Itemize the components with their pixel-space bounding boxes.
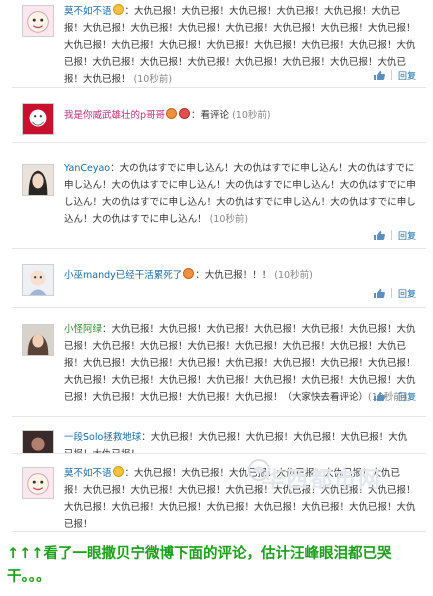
comment-username[interactable]: 一段Solo拯救地球 (64, 432, 141, 443)
vip-badge-icon (166, 108, 178, 119)
caption-text: ↑↑↑看了一眼撒贝宁微博下面的评论，估计汪峰眼泪都已哭干。。。 (7, 546, 392, 585)
comment-body: 小巫mandy已经干活累死了 ：大仇已报！！！ (10秒前) (64, 267, 416, 284)
avatar[interactable] (22, 264, 54, 296)
reply-link[interactable]: 回复 (398, 287, 416, 300)
comment-time: (10秒前) (232, 110, 271, 121)
reply-link[interactable]: 回复 (398, 390, 416, 403)
comment-username[interactable]: 莫不如不语 (64, 6, 112, 17)
comment-body: YanCeyao：大の仇はすでに申し込ん！大の仇はすでに申し込ん！大の仇はすでに… (64, 160, 416, 228)
thumbs-up-icon[interactable] (373, 230, 385, 241)
comment-body: 莫不如不语 ：大仇已报！大仇已报！大仇已报！大仇已报！大仇已报！大仇已报！大仇已报… (64, 3, 416, 88)
thumbs-up-icon[interactable] (373, 70, 385, 81)
comment-item: 我是你威武雄壮的p哥哥 ：看评论 (10秒前) (12, 95, 426, 143)
emoji-smile-icon (112, 4, 124, 15)
comment-body: 一段Solo拯救地球：大仇已报！大仇已报！大仇已报！大仇已报！大仇已报！大仇已报… (64, 429, 416, 453)
comment-item: 一段Solo拯救地球：大仇已报！大仇已报！大仇已报！大仇已报！大仇已报！大仇已报… (12, 424, 426, 454)
vip-star-icon (183, 268, 195, 279)
reply-link[interactable]: 回复 (398, 69, 416, 82)
cartoon-face-avatar-icon (23, 468, 53, 498)
screenshot-page: 莫不如不语 ：大仇已报！大仇已报！大仇已报！大仇已报！大仇已报！大仇已报！大仇已报… (0, 0, 433, 596)
portrait-avatar-icon (23, 325, 53, 355)
comment-actions: 回复 (373, 68, 416, 82)
comment-username[interactable]: 我是你威武雄壮的p哥哥 (64, 110, 165, 121)
comment-actions: 回复 (373, 228, 416, 242)
avatar[interactable] (22, 103, 54, 135)
cartoon-face-avatar-icon (23, 6, 53, 36)
comment-actions: 回复 (373, 389, 416, 403)
avatar[interactable] (22, 467, 54, 499)
action-divider (390, 70, 392, 80)
action-divider (390, 391, 392, 401)
comment-text: ：大仇已报！！！ (195, 270, 272, 281)
avatar[interactable] (22, 430, 54, 453)
dark-hair-avatar-icon (23, 165, 53, 195)
avatar[interactable] (22, 324, 54, 356)
comment-time: (10秒前) (274, 270, 313, 281)
action-divider (390, 230, 392, 240)
avatar[interactable] (22, 164, 54, 196)
comment-time: (10秒前) (133, 74, 173, 85)
comment-username[interactable]: 莫不如不语 (64, 468, 112, 479)
avatar[interactable] (22, 5, 54, 37)
comment-text: ：大仇已报！大仇已报！大仇已报！大仇已报！大仇已报！大仇已报！大仇已报！大仇已报… (64, 6, 416, 85)
thumbs-up-icon[interactable] (373, 288, 385, 299)
thumbs-up-icon[interactable] (373, 391, 385, 402)
comment-username[interactable]: 小怪阿绿 (64, 324, 102, 335)
dark-avatar-icon (23, 431, 53, 453)
comment-username[interactable]: YanCeyao (64, 163, 110, 174)
watermark-text: 华西都市网 (262, 468, 383, 493)
comment-item: 莫不如不语 ：大仇已报！大仇已报！大仇已报！大仇已报！大仇已报！大仇已报！大仇已报… (12, 0, 426, 88)
emoji-face-icon (179, 108, 191, 119)
comment-item: 小巫mandy已经干活累死了 ：大仇已报！！！ (10秒前) 回复 (12, 258, 426, 308)
action-divider (390, 288, 392, 298)
reply-link[interactable]: 回复 (398, 229, 416, 242)
comment-item: YanCeyao：大の仇はすでに申し込ん！大の仇はすでに申し込ん！大の仇はすでに… (12, 152, 426, 249)
doll-avatar-icon (23, 265, 53, 295)
comment-username[interactable]: 小巫mandy已经干活累死了 (64, 270, 182, 281)
comment-time: (10秒前) (209, 214, 249, 225)
comment-body: 小怪阿绿：大仇已报！大仇已报！大仇已报！大仇已报！大仇已报！大仇已报！大仇已报！… (64, 321, 416, 406)
kfc-colonel-avatar-icon (23, 104, 53, 134)
comment-text: ：看评论 (191, 110, 230, 121)
comment-text: ：大仇已报！大仇已报！大仇已报！大仇已报！大仇已报！大仇已报！大仇已报！大仇已报… (64, 324, 416, 403)
comment-item: 小怪阿绿：大仇已报！大仇已报！大仇已报！大仇已报！大仇已报！大仇已报！大仇已报！… (12, 317, 426, 417)
comment-actions: 回复 (373, 286, 416, 300)
comment-body: 我是你威武雄壮的p哥哥 ：看评论 (10秒前) (64, 107, 416, 124)
emoji-smile-icon (112, 466, 124, 477)
